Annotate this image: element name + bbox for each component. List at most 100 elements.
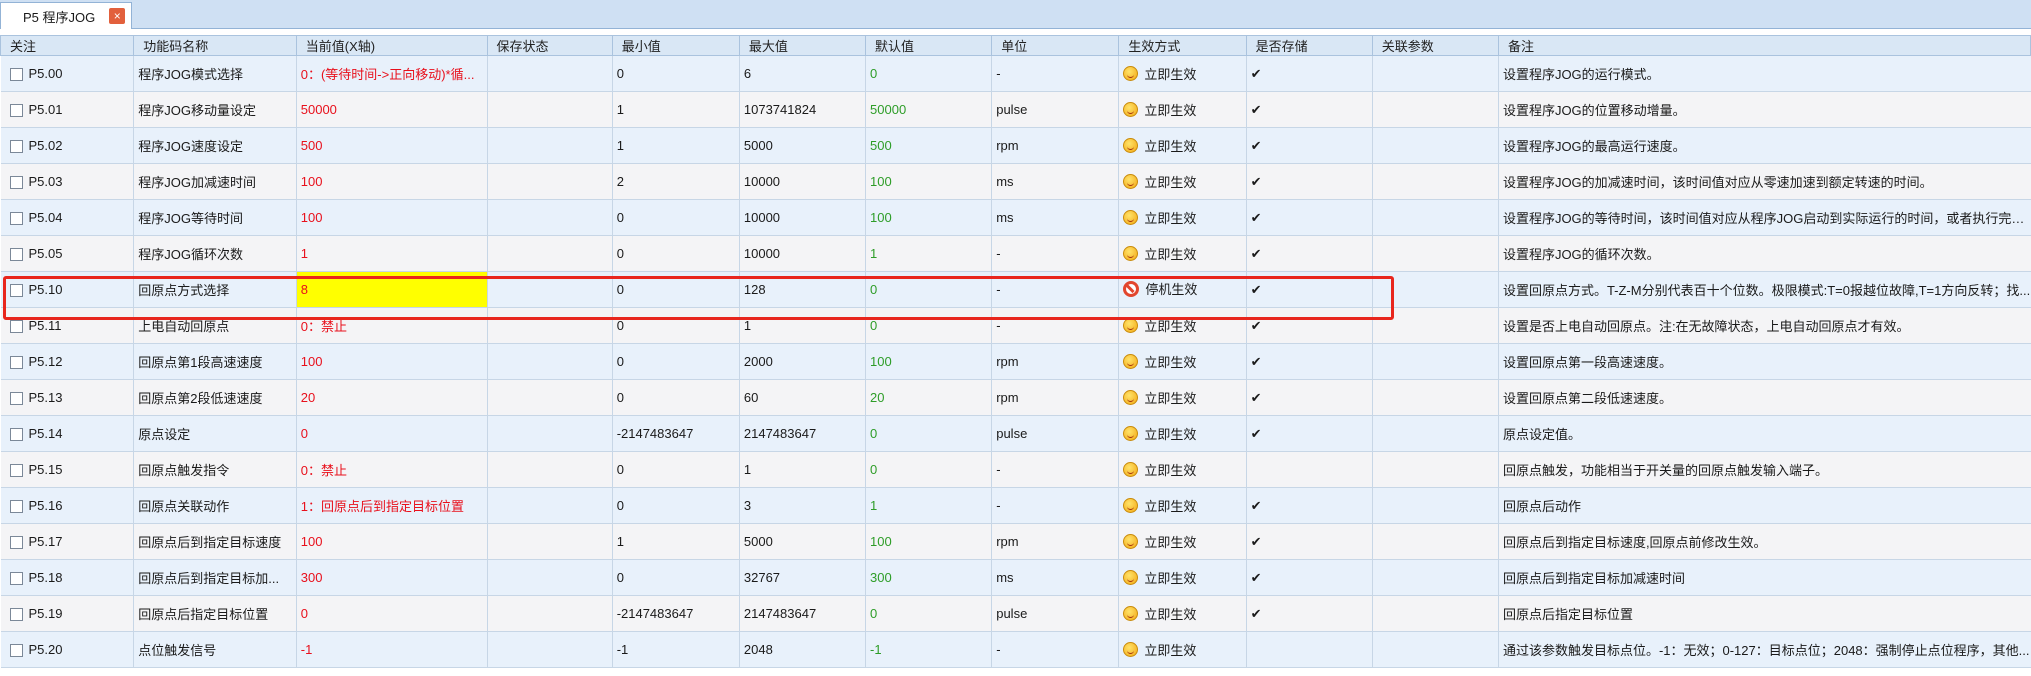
table-row[interactable]: P5.20 点位触发信号 -1 -1 2048 -1- 立即生效 通过该参数触发目标点位。-1…: [0, 631, 2031, 668]
max-value: 2048: [739, 631, 867, 668]
current-value-cell[interactable]: 1：回原点后到指定目标位置: [296, 487, 488, 524]
follow-checkbox[interactable]: [9, 536, 23, 550]
current-value-cell[interactable]: 50000: [296, 91, 488, 128]
follow-checkbox[interactable]: [9, 212, 23, 226]
follow-cell[interactable]: P5.03: [0, 163, 135, 200]
max-value: 10000: [739, 163, 867, 200]
saved-status: [487, 487, 613, 524]
follow-checkbox[interactable]: [9, 248, 23, 262]
table-row[interactable]: P5.03 程序JOG加减速时间 100 2 10000 100 ms 立即生效 ✔ 设置程序JO…: [0, 163, 2031, 200]
follow-cell[interactable]: P5.04: [0, 199, 135, 236]
column-header-current[interactable]: 当前值(X轴): [295, 35, 488, 56]
table-row[interactable]: P5.18 回原点后到指定目标加... 300 0 32767 300 ms 立即生效 ✔ 回原点…: [0, 559, 2031, 596]
follow-cell[interactable]: P5.11: [0, 307, 135, 344]
table-row[interactable]: P5.11 上电自动回原点 0：禁止 0 1 0- 立即生效 ✔ 设置是否上电自动回原点。注:在…: [0, 307, 2031, 344]
current-value-cell[interactable]: 0: [296, 595, 488, 632]
column-header-unit[interactable]: 单位: [991, 35, 1120, 56]
table-row[interactable]: P5.02 程序JOG速度设定 500 1 5000 500 rpm 立即生效 ✔ 设置程序JOG…: [0, 127, 2031, 164]
max-value: 1: [739, 307, 867, 344]
column-header-saved[interactable]: 保存状态: [486, 35, 613, 56]
table-row[interactable]: P5.19 回原点后指定目标位置 0 -2147483647 2147483647 0 pu…: [0, 595, 2031, 632]
default-value: 0: [865, 307, 993, 344]
column-header-name[interactable]: 功能码名称: [133, 35, 297, 56]
follow-checkbox[interactable]: [9, 500, 23, 514]
column-header-min[interactable]: 最小值: [611, 35, 740, 56]
effect-cell: 立即生效: [1118, 127, 1247, 164]
table-row[interactable]: P5.15 回原点触发指令 0：禁止 0 1 0- 立即生效 回原点触发，功能相当于开关量的回…: [0, 451, 2031, 488]
table-row[interactable]: P5.17 回原点后到指定目标速度 100 1 5000 100 rpm 立即生效 ✔ 回原点后到…: [0, 523, 2031, 560]
tab-p5-jog[interactable]: P5 程序JOG ×: [0, 2, 132, 29]
column-header-max[interactable]: 最大值: [738, 35, 867, 56]
follow-cell[interactable]: P5.02: [0, 127, 135, 164]
current-value-cell[interactable]: 0：禁止: [296, 451, 488, 488]
current-value-cell[interactable]: 100: [296, 163, 488, 200]
follow-checkbox[interactable]: [9, 644, 23, 658]
follow-cell[interactable]: P5.12: [0, 343, 135, 380]
stored-check-icon: [1246, 451, 1373, 488]
current-value-cell[interactable]: 0: [296, 415, 488, 452]
follow-checkbox[interactable]: [9, 428, 23, 442]
current-value-cell[interactable]: 100: [296, 199, 488, 236]
table-row[interactable]: P5.05 程序JOG循环次数 1 0 10000 1- 立即生效 ✔ 设置程序JOG的循环次数…: [0, 235, 2031, 272]
follow-cell[interactable]: P5.13: [0, 379, 135, 416]
follow-checkbox[interactable]: [9, 356, 23, 370]
table-row[interactable]: P5.01 程序JOG移动量设定 50000 1 1073741824 50000 puls…: [0, 91, 2031, 128]
table-row[interactable]: P5.10 回原点方式选择 8 0 128 0- 停机生效 ✔ 设置回原点方式。T-Z-M分别代…: [0, 271, 2031, 308]
current-value-cell[interactable]: 300: [296, 559, 488, 596]
saved-status: [487, 379, 613, 416]
smile-icon: [1123, 461, 1139, 477]
remark: 通过该参数触发目标点位。-1：无效；0-127：目标点位；2048：强制停止点位…: [1498, 631, 2031, 668]
follow-checkbox[interactable]: [9, 104, 23, 118]
current-value-cell[interactable]: 0：禁止: [296, 307, 488, 344]
remark: 设置是否上电自动回原点。注:在无故障状态，上电自动回原点才有效。: [1498, 307, 2031, 344]
column-header-remark[interactable]: 备注: [1497, 35, 2031, 56]
current-value-cell[interactable]: 20: [296, 379, 488, 416]
follow-checkbox[interactable]: [9, 392, 23, 406]
table-row[interactable]: P5.14 原点设定 0 -2147483647 2147483647 0 pulse 立即生…: [0, 415, 2031, 452]
follow-cell[interactable]: P5.05: [0, 235, 135, 272]
follow-checkbox[interactable]: [9, 320, 23, 334]
current-value-cell[interactable]: 100: [296, 343, 488, 380]
column-header-stored[interactable]: 是否存储: [1245, 35, 1373, 56]
column-header-effect[interactable]: 生效方式: [1118, 35, 1247, 56]
unit: ms: [991, 559, 1120, 596]
close-icon[interactable]: ×: [109, 8, 126, 24]
effect-cell: 立即生效: [1118, 379, 1247, 416]
current-value-cell[interactable]: -1: [296, 631, 488, 668]
column-header-follow[interactable]: 关注: [0, 35, 135, 56]
table-row[interactable]: P5.12 回原点第1段高速速度 100 0 2000 100 rpm 立即生效 ✔ 设置回原点第…: [0, 343, 2031, 380]
table-row[interactable]: P5.13 回原点第2段低速速度 20 0 60 20 rpm 立即生效 ✔ 设置回原点第二段低速…: [0, 379, 2031, 416]
follow-cell[interactable]: P5.16: [0, 487, 135, 524]
follow-cell[interactable]: P5.00: [0, 55, 135, 92]
current-value-cell[interactable]: 500: [296, 127, 488, 164]
table-row[interactable]: P5.00 程序JOG模式选择 0：(等待时间->正向移动)*循... 0 6 0- 立即生…: [0, 55, 2031, 92]
current-value-cell[interactable]: 100: [296, 523, 488, 560]
follow-checkbox[interactable]: [9, 464, 23, 478]
table-row[interactable]: P5.16 回原点关联动作 1：回原点后到指定目标位置 0 3 1- 立即生效 ✔ 回原点后动作: [0, 487, 2031, 524]
follow-checkbox[interactable]: [9, 176, 23, 190]
follow-cell[interactable]: P5.14: [0, 415, 135, 452]
min-value: -2147483647: [612, 595, 740, 632]
column-header-default[interactable]: 默认值: [865, 35, 993, 56]
follow-checkbox[interactable]: [9, 68, 23, 82]
parameter-table: 关注 功能码名称 当前值(X轴) 保存状态 最小值 最大值 默认值 单位 生效方…: [0, 35, 2031, 668]
current-value-cell[interactable]: 8: [296, 271, 488, 308]
saved-status: [487, 199, 613, 236]
follow-checkbox[interactable]: [9, 140, 23, 154]
follow-cell[interactable]: P5.10: [0, 271, 135, 308]
effect-cell: 立即生效: [1118, 343, 1247, 380]
follow-cell[interactable]: P5.01: [0, 91, 135, 128]
follow-checkbox[interactable]: [9, 608, 23, 622]
follow-checkbox[interactable]: [9, 572, 23, 586]
follow-cell[interactable]: P5.17: [0, 523, 135, 560]
column-header-related[interactable]: 关联参数: [1371, 35, 1499, 56]
follow-cell[interactable]: P5.19: [0, 595, 135, 632]
follow-cell[interactable]: P5.18: [0, 559, 135, 596]
current-value-cell[interactable]: 0：(等待时间->正向移动)*循...: [296, 55, 488, 92]
max-value: 5000: [739, 127, 867, 164]
follow-cell[interactable]: P5.20: [0, 631, 135, 668]
follow-cell[interactable]: P5.15: [0, 451, 135, 488]
table-row[interactable]: P5.04 程序JOG等待时间 100 0 10000 100 ms 立即生效 ✔ 设置程序JOG…: [0, 199, 2031, 236]
follow-checkbox[interactable]: [9, 284, 23, 298]
current-value-cell[interactable]: 1: [296, 235, 488, 272]
